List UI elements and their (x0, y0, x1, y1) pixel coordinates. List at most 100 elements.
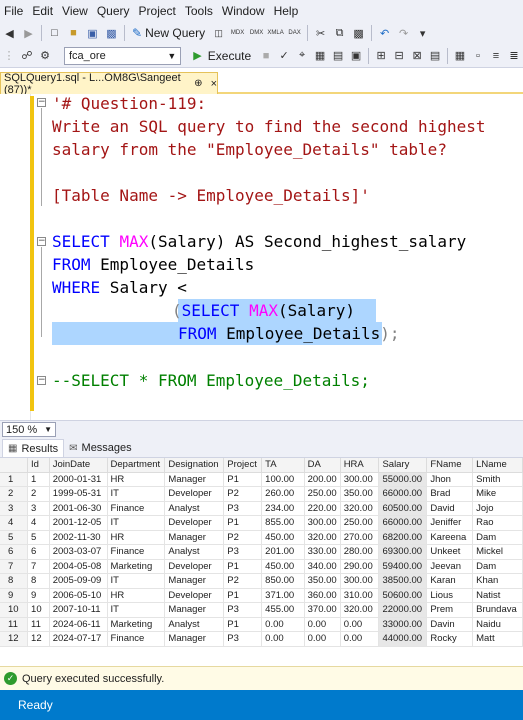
row-number[interactable]: 3 (0, 501, 29, 516)
sql-editor[interactable]: − '# Question-119: Write an SQL query to… (0, 94, 523, 420)
table-row[interactable]: 7 7 2004-05-08 Marketing Developer P1 450.00 34… (0, 559, 523, 574)
row-number[interactable]: 6 (0, 544, 29, 560)
cell-department[interactable]: Finance (107, 631, 166, 647)
row-number[interactable]: 8 (0, 573, 29, 589)
cell-hra[interactable]: 310.00 (340, 588, 380, 603)
zoom-selector[interactable]: 150 % ▼ (2, 422, 56, 437)
change-connection-icon[interactable]: ⚙ (37, 47, 53, 64)
cell-department[interactable]: IT (107, 602, 166, 618)
cell-lname[interactable]: Matt (472, 631, 523, 647)
cell-joindate[interactable]: 2005-09-09 (49, 573, 108, 589)
connect-icon[interactable]: ☍ (19, 47, 35, 64)
table-row[interactable]: 4 4 2001-12-05 IT Developer P1 855.00 300.00 250… (0, 515, 523, 531)
column-header-hra[interactable]: HRA (340, 458, 380, 473)
cell-department[interactable]: Finance (107, 501, 166, 516)
cell-joindate[interactable]: 2003-03-07 (49, 544, 108, 560)
cell-ta[interactable]: 855.00 (261, 515, 305, 531)
save-icon[interactable]: ▣ (84, 25, 101, 42)
cell-designation[interactable]: Developer (164, 559, 225, 574)
cell-project[interactable]: P2 (223, 486, 263, 502)
cell-joindate[interactable]: 2006-05-10 (49, 588, 108, 603)
forward-icon[interactable]: ▶ (20, 25, 37, 42)
new-query-button[interactable]: ✎ New Query (128, 26, 209, 40)
cell-fname[interactable]: Jhon (426, 472, 474, 487)
chevron-down-icon[interactable]: ▾ (414, 25, 431, 42)
cell-department[interactable]: Marketing (107, 559, 166, 574)
column-header-joindate[interactable]: JoinDate (49, 458, 108, 473)
cell-fname[interactable]: Brad (426, 486, 474, 502)
menu-item-window[interactable]: Window (222, 4, 274, 18)
column-header-ta[interactable]: TA (261, 458, 305, 473)
close-icon[interactable]: × (211, 78, 217, 90)
live-stats-icon[interactable]: ⊟ (391, 47, 407, 64)
cell-designation[interactable]: Manager (164, 631, 225, 647)
cell-salary[interactable]: 33000.00 (378, 617, 428, 632)
menu-item-view[interactable]: View (62, 4, 97, 18)
cell-designation[interactable]: Manager (164, 573, 225, 589)
cell-lname[interactable]: Khan (472, 573, 523, 589)
cell-joindate[interactable]: 2024-07-17 (49, 631, 108, 647)
cell-hra[interactable]: 270.00 (340, 530, 380, 545)
cell-fname[interactable]: Kareena (426, 530, 474, 545)
cell-hra[interactable]: 0.00 (340, 617, 380, 632)
column-header-da[interactable]: DA (304, 458, 341, 473)
menu-item-edit[interactable]: Edit (32, 4, 62, 18)
cell-lname[interactable]: Dam (472, 530, 523, 545)
row-number[interactable]: 1 (0, 472, 29, 487)
execute-button[interactable]: ▶ Execute (187, 49, 257, 63)
cell-department[interactable]: Marketing (107, 617, 166, 632)
table-row[interactable]: 1 1 2000-01-31 HR Manager P1 100.00 200.00 300.0… (0, 472, 523, 487)
cell-salary[interactable]: 38500.00 (378, 573, 428, 589)
pin-icon[interactable]: ⊕ (194, 78, 202, 89)
cell-lname[interactable]: Dam (472, 559, 523, 574)
cell-id[interactable]: 6 (27, 544, 50, 560)
comment-icon[interactable]: ≡ (488, 47, 504, 64)
cell-da[interactable]: 220.00 (304, 501, 341, 516)
results-file-icon[interactable]: ▫ (470, 47, 486, 64)
cell-fname[interactable]: David (426, 501, 474, 516)
cell-ta[interactable]: 260.00 (261, 486, 305, 502)
save-all-icon[interactable]: ▩ (103, 25, 120, 42)
menu-item-tools[interactable]: Tools (185, 4, 222, 18)
uncomment-icon[interactable]: ≣ (506, 47, 522, 64)
cell-department[interactable]: HR (107, 472, 166, 487)
cell-ta[interactable]: 0.00 (261, 617, 305, 632)
cell-da[interactable]: 340.00 (304, 559, 341, 574)
cell-lname[interactable]: Jojo (472, 501, 523, 516)
cell-department[interactable]: IT (107, 573, 166, 589)
cell-lname[interactable]: Brundava (472, 602, 523, 618)
cell-lname[interactable]: Natist (472, 588, 523, 603)
cell-designation[interactable]: Manager (164, 530, 225, 545)
query-design-icon[interactable]: ▦ (312, 47, 328, 64)
menu-item-project[interactable]: Project (139, 4, 185, 18)
cell-fname[interactable]: Rocky (426, 631, 474, 647)
row-number[interactable]: 10 (0, 602, 29, 618)
row-number[interactable]: 9 (0, 588, 29, 603)
cell-salary[interactable]: 44000.00 (378, 631, 428, 647)
table-row[interactable]: 6 6 2003-03-07 Finance Analyst P3 201.00 330.00… (0, 544, 523, 560)
cell-department[interactable]: HR (107, 530, 166, 545)
db-engine-query-icon[interactable]: ◫ (210, 25, 227, 42)
cell-salary[interactable]: 50600.00 (378, 588, 428, 603)
cell-ta[interactable]: 450.00 (261, 530, 305, 545)
cell-ta[interactable]: 0.00 (261, 631, 305, 647)
open-folder-icon[interactable]: ■ (65, 25, 82, 42)
cell-joindate[interactable]: 1999-05-31 (49, 486, 108, 502)
column-header-lname[interactable]: LName (472, 458, 523, 473)
cell-project[interactable]: P2 (223, 530, 263, 545)
row-number[interactable]: 7 (0, 559, 29, 574)
menu-item-help[interactable]: Help (274, 4, 308, 18)
cell-joindate[interactable]: 2001-12-05 (49, 515, 108, 531)
cell-da[interactable]: 320.00 (304, 530, 341, 545)
table-row[interactable]: 11 11 2024-06-11 Marketing Analyst P1 0.00 0.00… (0, 617, 523, 632)
cell-department[interactable]: IT (107, 515, 166, 531)
fold-toggle-icon[interactable]: − (37, 98, 46, 107)
include-plan-icon[interactable]: ⊞ (373, 47, 389, 64)
cell-id[interactable]: 12 (27, 631, 50, 647)
cell-id[interactable]: 3 (27, 501, 50, 516)
stop-icon[interactable]: ■ (258, 47, 274, 64)
table-row[interactable]: 2 2 1999-05-31 IT Developer P2 260.00 250.00 350… (0, 486, 523, 502)
cell-salary[interactable]: 55000.00 (378, 472, 428, 487)
cell-department[interactable]: IT (107, 486, 166, 502)
cell-joindate[interactable]: 2002-11-30 (49, 530, 108, 545)
